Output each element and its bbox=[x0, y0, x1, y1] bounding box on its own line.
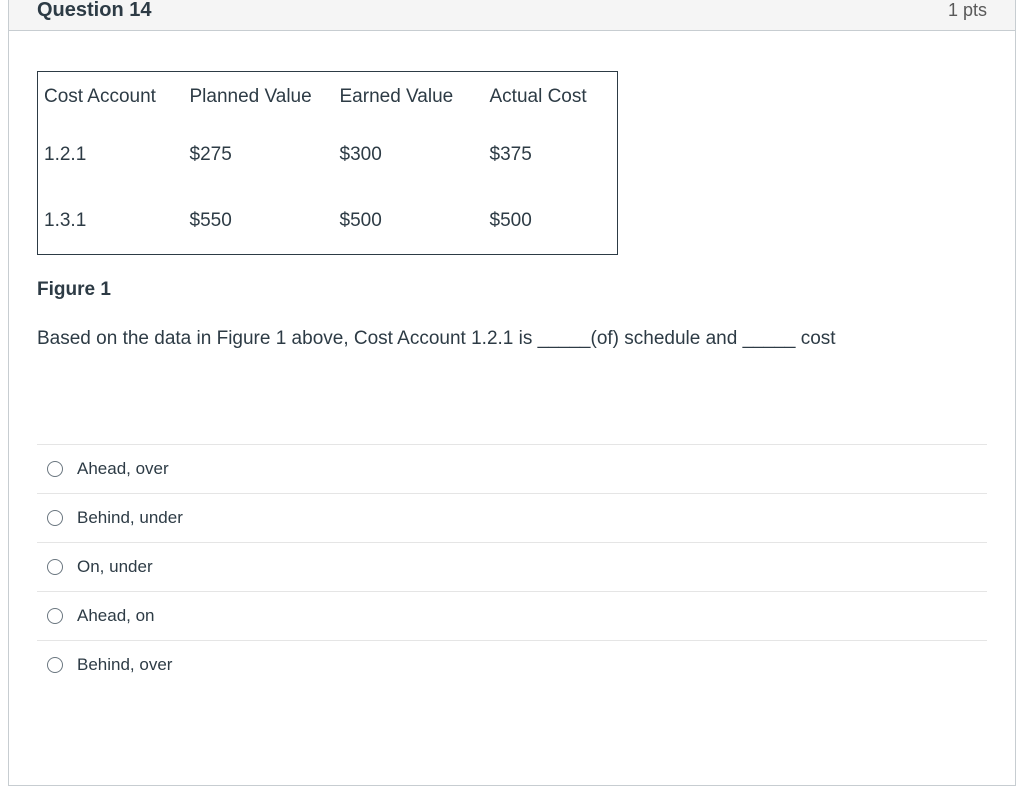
question-prompt: Based on the data in Figure 1 above, Cos… bbox=[37, 325, 987, 354]
figure-label: Figure 1 bbox=[37, 279, 987, 301]
table-row: 1.2.1 $275 $300 $375 bbox=[38, 122, 618, 188]
answer-option[interactable]: Ahead, over bbox=[37, 444, 987, 493]
answer-option[interactable]: On, under bbox=[37, 542, 987, 591]
question-points: 1 pts bbox=[948, 1, 987, 19]
option-label: Behind, under bbox=[77, 508, 183, 528]
table-cell: 1.2.1 bbox=[38, 122, 178, 188]
table-cell: $375 bbox=[478, 122, 618, 188]
answer-option[interactable]: Behind, under bbox=[37, 493, 987, 542]
table-cell: $500 bbox=[478, 188, 618, 255]
radio-icon[interactable] bbox=[47, 510, 63, 526]
radio-icon[interactable] bbox=[47, 461, 63, 477]
table-cell: $275 bbox=[178, 122, 328, 188]
option-label: Behind, over bbox=[77, 655, 172, 675]
table-cell: $550 bbox=[178, 188, 328, 255]
option-label: Ahead, over bbox=[77, 459, 169, 479]
table-cell: $300 bbox=[328, 122, 478, 188]
question-body: Cost Account Planned Value Earned Value … bbox=[9, 31, 1015, 709]
table-header: Planned Value bbox=[178, 72, 328, 123]
radio-icon[interactable] bbox=[47, 608, 63, 624]
radio-icon[interactable] bbox=[47, 559, 63, 575]
table-header-row: Cost Account Planned Value Earned Value … bbox=[38, 72, 618, 123]
table-cell: 1.3.1 bbox=[38, 188, 178, 255]
radio-icon[interactable] bbox=[47, 657, 63, 673]
answer-option[interactable]: Ahead, on bbox=[37, 591, 987, 640]
option-label: Ahead, on bbox=[77, 606, 155, 626]
question-header: Question 14 1 pts bbox=[9, 0, 1015, 31]
answer-option[interactable]: Behind, over bbox=[37, 640, 987, 689]
question-title: Question 14 bbox=[37, 0, 151, 20]
option-label: On, under bbox=[77, 557, 153, 577]
table-header: Earned Value bbox=[328, 72, 478, 123]
table-header: Cost Account bbox=[38, 72, 178, 123]
table-row: 1.3.1 $550 $500 $500 bbox=[38, 188, 618, 255]
table-header: Actual Cost bbox=[478, 72, 618, 123]
data-table: Cost Account Planned Value Earned Value … bbox=[37, 71, 618, 255]
question-container: Question 14 1 pts Cost Account Planned V… bbox=[8, 0, 1016, 786]
table-cell: $500 bbox=[328, 188, 478, 255]
answer-options: Ahead, over Behind, under On, under Ahea… bbox=[37, 444, 987, 689]
